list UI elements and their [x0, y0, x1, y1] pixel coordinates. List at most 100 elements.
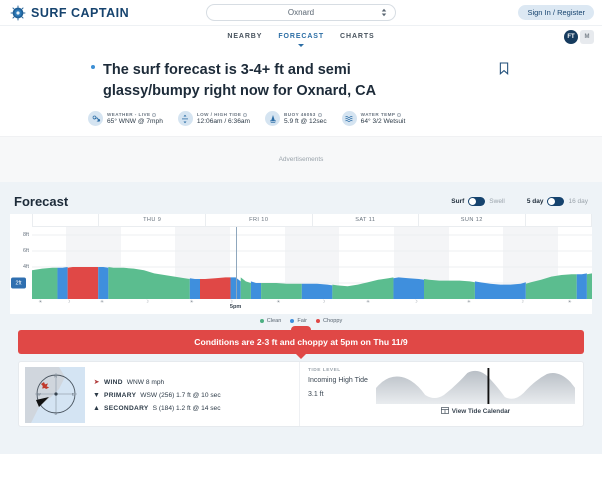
forecast-chart[interactable]: THU 9 FRI 10 SAT 11 SUN 12 8ft 6ft 4ft 2ft ☀ ☽ ☀… — [10, 214, 592, 315]
primary-swell-row: ▼ PRIMARY WSW (256) 1.7 ft @ 10 sec — [93, 392, 221, 399]
condition-water-temp-label-row: WATER TEMP — [361, 112, 406, 117]
chart-day-header: THU 9 — [99, 214, 206, 227]
chart-segment-fair — [98, 267, 109, 300]
up-triangle-icon: ▲ — [93, 405, 100, 413]
chart-y-tick: 4ft — [23, 264, 29, 271]
chart-day-header: SAT 11 — [313, 214, 420, 227]
app-root: SURF CAPTAIN Oxnard Sign In / Register N… — [0, 0, 602, 500]
chart-day-headers: THU 9 FRI 10 SAT 11 SUN 12 — [32, 214, 592, 228]
condition-water-temp-text: WATER TEMP 64° 3/2 Wetsuit — [361, 112, 406, 125]
top-bar: SURF CAPTAIN Oxnard Sign In / Register — [0, 0, 602, 26]
chart-y-tick: 8ft — [23, 232, 29, 239]
chart-segment-clean — [525, 274, 577, 300]
brand-logo[interactable]: SURF CAPTAIN — [10, 5, 129, 21]
chart-x-tick-icon: ☀ — [100, 299, 104, 305]
forecast-card: Forecast Surf Swell 5 day 16 day THU 9 FR… — [10, 190, 592, 428]
chevron-down-icon — [298, 44, 305, 47]
buoy-icon — [265, 111, 281, 127]
tide-state: Incoming High Tide — [308, 377, 368, 385]
wind-value: WNW 8 mph — [126, 378, 165, 386]
down-triangle-icon: ▼ — [93, 392, 100, 400]
tide-height: 3.1 ft — [308, 390, 324, 398]
view-tide-calendar-link[interactable]: View Tide Calendar — [376, 407, 575, 416]
chart-segment-fair — [301, 283, 333, 300]
hero-section: The surf forecast is 3-4+ ft and semi gl… — [0, 48, 602, 127]
chart-x-tick-icon: ☽ — [144, 299, 149, 305]
chart-segment-fair — [57, 267, 68, 300]
bookmark-icon[interactable] — [499, 62, 509, 75]
detail-panel: N E S W ➤ WIND WNW 8 mph ▼ PRIMARY WSW (… — [18, 361, 584, 428]
condition-weather[interactable]: WEATHER - LIVE 65° WNW @ 7mph — [88, 111, 163, 127]
info-icon[interactable] — [397, 112, 402, 117]
chart-segment-clean — [332, 277, 394, 300]
conditions-banner: Conditions are 2-3 ft and choppy at 5pm … — [18, 326, 584, 360]
chart-segment-clean — [32, 267, 58, 300]
calendar-icon — [440, 407, 449, 416]
wind-key: WIND — [104, 378, 123, 386]
unit-ft-button[interactable]: FT — [564, 30, 578, 44]
unit-toggle[interactable]: FT M — [564, 30, 594, 44]
cloud-sun-icon — [88, 111, 103, 127]
nav-item-nearby[interactable]: NEARBY — [227, 33, 262, 41]
range-toggle[interactable]: 5 day 16 day — [527, 196, 588, 206]
advertisement-slot: Advertisements — [0, 136, 602, 183]
search-value: Oxnard — [287, 8, 315, 17]
condition-water-temp-label: WATER TEMP — [360, 112, 396, 118]
nav-item-forecast-label: FORECAST — [278, 33, 325, 40]
condition-water-temp-value: 64° 3/2 Wetsuit — [360, 118, 406, 126]
condition-water-temp[interactable]: WATER TEMP 64° 3/2 Wetsuit — [341, 111, 406, 127]
chart-plot-area[interactable] — [32, 227, 592, 300]
chart-area-series — [32, 267, 592, 300]
legend-item-fair: Fair — [290, 318, 307, 324]
location-search-select[interactable]: Oxnard — [206, 4, 396, 21]
forecast-title: Forecast — [14, 193, 69, 209]
brand-name: SURF CAPTAIN — [31, 5, 130, 20]
water-temp-icon — [341, 111, 357, 127]
toggle-16day-label: 16 day — [568, 197, 588, 205]
chart-x-tick-icon: ☀ — [567, 299, 572, 305]
tide-graph-block: View Tide Calendar — [375, 368, 575, 420]
toggle-swell-label: Swell — [489, 197, 505, 205]
nav-item-charts[interactable]: CHARTS — [340, 33, 375, 41]
surf-swell-switch[interactable] — [468, 196, 486, 206]
info-icon[interactable] — [152, 112, 157, 117]
chart-current-value-badge: 2ft — [11, 277, 26, 289]
sign-in-register-button[interactable]: Sign In / Register — [518, 5, 594, 20]
surf-swell-toggle[interactable]: Surf Swell — [451, 196, 505, 206]
range-switch[interactable] — [547, 196, 565, 206]
legend-item-clean: Clean — [259, 318, 281, 324]
wind-rows: ➤ WIND WNW 8 mph ▼ PRIMARY WSW (256) 1.7… — [93, 367, 221, 421]
wind-row: ➤ WIND WNW 8 mph — [93, 378, 221, 387]
switch-knob — [548, 197, 556, 205]
tide-panel: TIDE LEVEL Incoming High Tide 3.1 ft Vie… — [299, 362, 583, 427]
tide-level-label: TIDE LEVEL — [308, 368, 341, 374]
chart-segment-clean — [240, 277, 251, 300]
info-icon[interactable] — [317, 112, 322, 117]
chart-segment-choppy — [200, 277, 231, 300]
primary-key: PRIMARY — [104, 392, 137, 400]
condition-weather-label-row: WEATHER - LIVE — [107, 112, 163, 117]
banner-pointer — [296, 354, 306, 360]
toggle-surf-label: Surf — [451, 197, 465, 205]
chart-day-header: SUN 12 — [419, 214, 526, 227]
chart-day-header — [32, 214, 100, 227]
chart-segment-choppy — [67, 267, 99, 300]
unit-m-button[interactable]: M — [580, 30, 594, 44]
stepper-icon[interactable] — [381, 8, 387, 17]
secondary-key: SECONDARY — [104, 405, 149, 413]
condition-tide[interactable]: LOW / HIGH TIDE 12:06am / 6:36am — [177, 111, 250, 127]
condition-tide-label: LOW / HIGH TIDE — [196, 112, 242, 118]
chart-segment-clean — [586, 273, 592, 300]
condition-buoy[interactable]: BUOY 46053 5.9 ft @ 12sec — [265, 111, 327, 127]
chart-x-tick-icon: ☀ — [466, 299, 471, 305]
info-icon[interactable] — [243, 112, 248, 117]
chart-segment-clean — [108, 267, 190, 300]
chart-x-tick-icon: ☀ — [276, 299, 281, 305]
chart-segment-fair — [250, 281, 262, 300]
condition-buoy-text: BUOY 46053 5.9 ft @ 12sec — [284, 112, 327, 125]
nav-item-forecast[interactable]: FORECAST — [278, 33, 325, 47]
chart-x-tick-icon: ☀ — [38, 299, 43, 305]
condition-weather-text: WEATHER - LIVE 65° WNW @ 7mph — [107, 112, 163, 125]
chart-segment-fair — [393, 277, 424, 300]
chart-segment-fair — [189, 278, 200, 300]
